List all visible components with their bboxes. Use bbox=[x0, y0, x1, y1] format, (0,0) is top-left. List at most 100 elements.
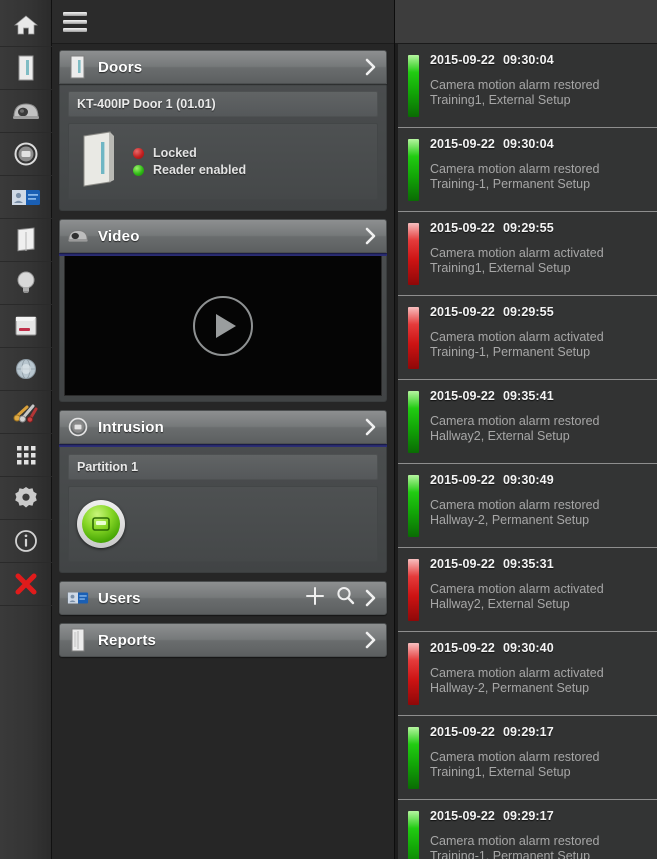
intrusion-section-header[interactable]: Intrusion bbox=[59, 410, 387, 444]
sidebar-item-tools[interactable] bbox=[0, 391, 52, 434]
sidebar-icon-rail bbox=[0, 0, 52, 859]
event-text: 2015-09-22 09:29:55 Camera motion alarm ac… bbox=[430, 305, 604, 361]
sidebar-item-settings[interactable] bbox=[0, 477, 52, 520]
event-row[interactable]: 2015-09-22 09:35:41 Camera motion alarm re… bbox=[398, 380, 657, 464]
event-status-bar-green bbox=[408, 139, 419, 201]
sidebar-item-doors[interactable] bbox=[0, 47, 52, 90]
event-text: 2015-09-22 09:35:31 Camera motion alarm ac… bbox=[430, 557, 604, 613]
users-card: Users bbox=[59, 581, 387, 615]
event-time: 09:29:55 bbox=[502, 221, 554, 235]
sidebar-item-exit[interactable] bbox=[0, 563, 52, 606]
event-date: 2015-09-22 bbox=[430, 473, 495, 487]
chevron-right-icon[interactable] bbox=[360, 584, 380, 612]
event-date: 2015-09-22 bbox=[430, 389, 495, 403]
users-section-header[interactable]: Users bbox=[59, 581, 387, 615]
keypad-icon bbox=[92, 517, 110, 531]
hamburger-bar bbox=[63, 27, 87, 32]
sidebar-item-schedules[interactable] bbox=[0, 348, 52, 391]
add-user-button[interactable] bbox=[300, 584, 330, 612]
sidebar-item-about[interactable] bbox=[0, 520, 52, 563]
top-toolbar bbox=[52, 0, 394, 44]
event-timestamp: 2015-09-22 09:30:04 bbox=[430, 53, 600, 67]
event-row[interactable]: 2015-09-22 09:35:31 Camera motion alarm ac… bbox=[398, 548, 657, 632]
sidebar-item-readers[interactable] bbox=[0, 305, 52, 348]
event-text: 2015-09-22 09:35:41 Camera motion alarm re… bbox=[430, 389, 600, 445]
doors-section-title: Doors bbox=[98, 58, 143, 76]
event-time: 09:30:49 bbox=[502, 473, 554, 487]
reports-section-header[interactable]: Reports bbox=[59, 623, 387, 657]
sidebar-item-cardholders[interactable] bbox=[0, 176, 52, 219]
play-button-icon[interactable] bbox=[193, 295, 253, 356]
event-row[interactable]: 2015-09-22 09:29:17 Camera motion alarm re… bbox=[398, 716, 657, 800]
apps-grid-icon bbox=[14, 443, 38, 467]
event-row[interactable]: 2015-09-22 09:29:55 Camera motion alarm ac… bbox=[398, 212, 657, 296]
event-list[interactable]: 2015-09-22 09:30:04 Camera motion alarm re… bbox=[395, 44, 657, 859]
event-time: 09:35:41 bbox=[502, 389, 554, 403]
event-location: Training-1, Permanent Setup bbox=[430, 849, 591, 859]
sidebar-item-home[interactable] bbox=[0, 4, 52, 47]
home-icon bbox=[13, 13, 39, 37]
video-section-header[interactable]: Video bbox=[59, 219, 387, 253]
event-timestamp: 2015-09-22 09:30:40 bbox=[430, 641, 604, 655]
sidebar-item-intrusion[interactable] bbox=[0, 133, 52, 176]
event-date: 2015-09-22 bbox=[430, 809, 495, 823]
reader-device-icon bbox=[13, 314, 39, 338]
video-frame bbox=[59, 256, 387, 402]
event-location: Training1, External Setup bbox=[430, 765, 571, 780]
sidebar-item-elevators[interactable] bbox=[0, 219, 52, 262]
chevron-right-icon[interactable] bbox=[360, 222, 380, 250]
event-row[interactable]: 2015-09-22 09:29:17 Camera motion alarm re… bbox=[398, 800, 657, 859]
door-entity-row[interactable]: Locked Reader enabled bbox=[68, 123, 378, 200]
event-timestamp: 2015-09-22 09:35:31 bbox=[430, 557, 604, 571]
users-section-title: Users bbox=[98, 589, 141, 607]
door-status-locked: Locked bbox=[133, 146, 246, 160]
door-status-reader: Reader enabled bbox=[133, 163, 246, 177]
event-row[interactable]: 2015-09-22 09:30:40 Camera motion alarm ac… bbox=[398, 632, 657, 716]
event-description: Camera motion alarm restored bbox=[430, 162, 600, 176]
event-timestamp: 2015-09-22 09:29:55 bbox=[430, 305, 604, 319]
sidebar-item-applications[interactable] bbox=[0, 434, 52, 477]
globe-clock-icon bbox=[13, 357, 39, 381]
search-icon bbox=[335, 585, 356, 611]
event-text: 2015-09-22 09:30:04 Camera motion alarm re… bbox=[430, 53, 600, 109]
event-row[interactable]: 2015-09-22 09:30:49 Camera motion alarm re… bbox=[398, 464, 657, 548]
elevator-door-icon bbox=[15, 227, 37, 253]
chevron-right-icon[interactable] bbox=[360, 53, 380, 81]
sidebar-item-cameras[interactable] bbox=[0, 90, 52, 133]
event-status-bar-green bbox=[408, 391, 419, 453]
sidebar-item-outputs[interactable] bbox=[0, 262, 52, 305]
event-description: Camera motion alarm restored bbox=[430, 498, 600, 512]
video-player-area[interactable] bbox=[64, 256, 382, 396]
event-row[interactable]: 2015-09-22 09:30:04 Camera motion alarm re… bbox=[398, 128, 657, 212]
chevron-right-icon[interactable] bbox=[360, 626, 380, 654]
event-time: 09:29:17 bbox=[502, 725, 554, 739]
partition-entity-row[interactable] bbox=[68, 486, 378, 562]
event-timestamp: 2015-09-22 09:29:17 bbox=[430, 725, 600, 739]
search-users-button[interactable] bbox=[330, 584, 360, 612]
partition-status-button[interactable] bbox=[77, 500, 125, 548]
door-icon bbox=[67, 55, 89, 79]
doors-section-header[interactable]: Doors bbox=[59, 50, 387, 84]
info-icon bbox=[13, 528, 39, 554]
event-description: Camera motion alarm activated bbox=[430, 330, 604, 344]
event-timestamp: 2015-09-22 09:29:55 bbox=[430, 221, 604, 235]
chevron-right-icon[interactable] bbox=[360, 413, 380, 441]
gear-icon bbox=[13, 485, 39, 511]
doors-card: Doors KT-400IP Door 1 (01.01) Locked Rea… bbox=[59, 50, 387, 211]
dome-camera-icon bbox=[11, 100, 41, 122]
keys-tools-icon bbox=[12, 400, 40, 424]
event-row[interactable]: 2015-09-22 09:30:04 Camera motion alarm re… bbox=[398, 44, 657, 128]
application-window: Doors KT-400IP Door 1 (01.01) Locked Rea… bbox=[0, 0, 657, 859]
event-text: 2015-09-22 09:29:17 Camera motion alarm re… bbox=[430, 725, 600, 781]
event-date: 2015-09-22 bbox=[430, 641, 495, 655]
intrusion-panel-icon bbox=[67, 415, 89, 439]
light-bulb-icon bbox=[15, 270, 37, 296]
hamburger-icon[interactable] bbox=[60, 10, 90, 34]
event-text: 2015-09-22 09:30:04 Camera motion alarm re… bbox=[430, 137, 600, 193]
card-badge-icon bbox=[67, 586, 89, 610]
event-time: 09:35:31 bbox=[502, 557, 554, 571]
play-triangle bbox=[216, 313, 236, 338]
status-dot-green-icon bbox=[133, 164, 144, 176]
event-row[interactable]: 2015-09-22 09:29:55 Camera motion alarm ac… bbox=[398, 296, 657, 380]
event-location: Training1, External Setup bbox=[430, 261, 571, 276]
